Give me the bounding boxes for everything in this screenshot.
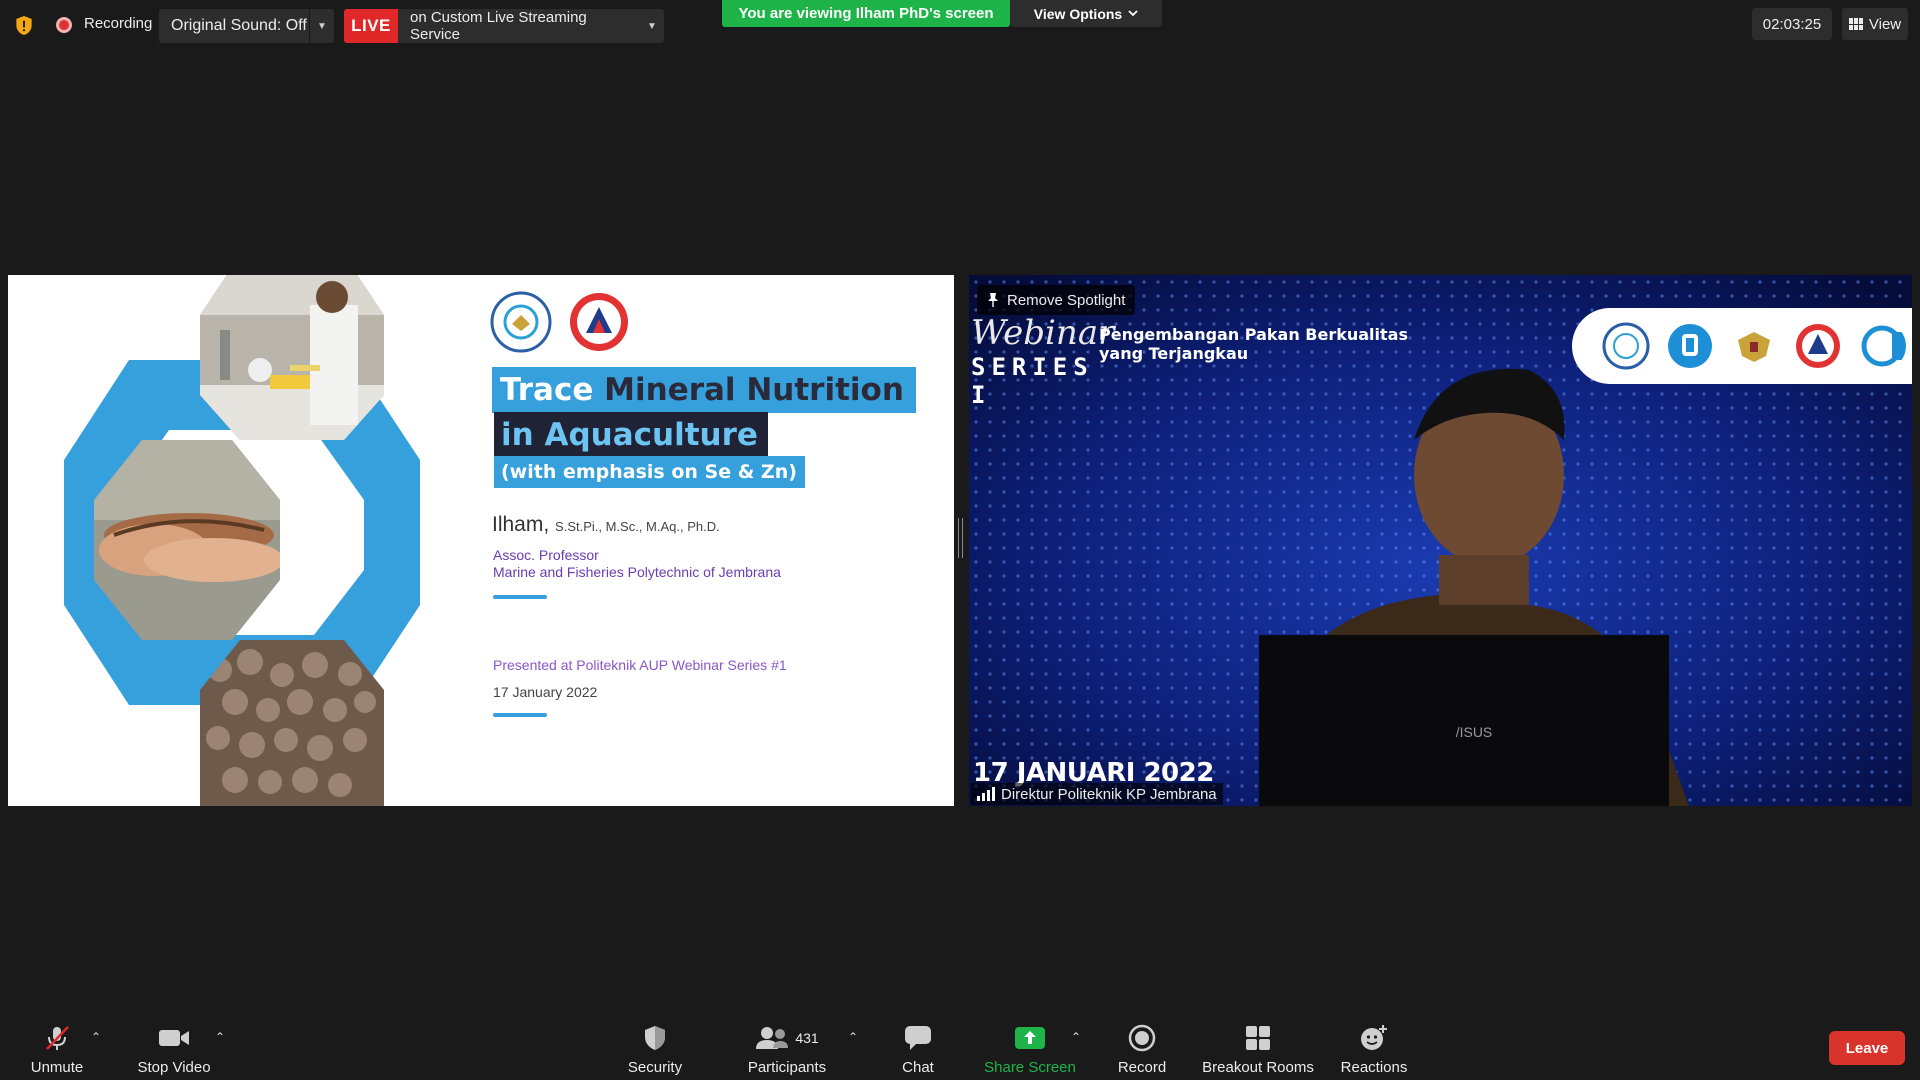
reactions-smiley-icon (1361, 1025, 1387, 1050)
remove-spotlight-label: Remove Spotlight (1007, 291, 1126, 309)
remove-spotlight-button[interactable]: Remove Spotlight (977, 285, 1136, 315)
webinar-series-title: Webinar SERIES I (971, 313, 1115, 409)
presented-at: Presented at Politeknik AUP Webinar Seri… (493, 657, 787, 673)
live-badge: LIVE (344, 9, 398, 43)
participants-label: Participants (747, 1059, 827, 1076)
security-label: Security (627, 1059, 683, 1076)
recording-indicator-icon[interactable] (56, 17, 72, 33)
series-text: SERIES I (971, 353, 1094, 409)
stop-video-label: Stop Video (137, 1059, 211, 1076)
audio-options-caret-icon[interactable]: ⌃ (91, 1030, 101, 1044)
laptop-brand: /ISUS (1456, 724, 1493, 740)
reactions-button[interactable]: Reactions (1314, 1024, 1434, 1076)
riset-logo (1668, 324, 1712, 368)
share-options-caret-icon[interactable]: ⌃ (1071, 1030, 1081, 1044)
accent-divider (493, 713, 547, 717)
top-bar: Recording Original Sound: Off ▼ LIVE on … (0, 0, 1920, 50)
slide-title-line-3: (with emphasis on Se & Zn) (494, 456, 805, 488)
webinar-subtitle: Pengembangan Pakan Berkualitas yang Terj… (1099, 325, 1408, 363)
breakout-rooms-label: Breakout Rooms (1202, 1059, 1314, 1076)
ministry-logo (490, 291, 552, 353)
slide-title-line-1: Trace Mineral Nutrition (492, 367, 916, 413)
webinar-script-text: Webinar (971, 313, 1115, 353)
record-label: Record (1117, 1059, 1167, 1076)
ome-logo (1861, 325, 1906, 367)
sponsor-logos-banner (1572, 308, 1912, 384)
slide-title-word-trace: Trace (500, 372, 594, 408)
leave-meeting-button[interactable]: Leave (1829, 1031, 1905, 1065)
original-sound-toggle[interactable]: Original Sound: Off ▼ (159, 9, 334, 43)
grid-layout-icon (1848, 18, 1863, 30)
original-sound-label[interactable]: Original Sound: Off (159, 17, 309, 35)
slide-title-mineral-nutrition: Mineral Nutrition (604, 372, 904, 408)
ministry-logo (1602, 322, 1650, 370)
split-view-resize-handle[interactable] (958, 518, 963, 558)
record-icon (1128, 1024, 1156, 1052)
participants-count: 431 (795, 1030, 819, 1046)
security-shield-icon (645, 1026, 665, 1050)
live-service-label: on Custom Live Streaming Service (410, 9, 587, 43)
unmute-label: Unmute (30, 1059, 84, 1076)
slide-title-line-2: in Aquaculture (494, 412, 768, 458)
meeting-timer: 02:03:25 (1752, 8, 1832, 40)
participant-name: Direktur Politeknik KP Jembrana (1001, 785, 1217, 803)
view-layout-button[interactable]: View (1842, 8, 1908, 40)
video-options-caret-icon[interactable]: ⌃ (215, 1030, 225, 1044)
live-stream-status[interactable]: LIVE on Custom Live Streaming Service ▼ (344, 9, 664, 43)
record-button[interactable]: Record (1082, 1024, 1202, 1076)
feed-pellets-photo (200, 640, 384, 806)
polytechnic-logo (570, 293, 628, 351)
view-options-button[interactable]: View Options (1010, 0, 1162, 27)
subtitle-line-2: yang Terjangkau (1099, 344, 1249, 363)
garuda-logo (1738, 332, 1770, 362)
participant-name-tag: Direktur Politeknik KP Jembrana (971, 783, 1223, 805)
speaker-video[interactable]: /ISUS Webinar SERIES I Pengembangan Paka… (969, 275, 1912, 806)
security-shield-icon[interactable] (14, 15, 34, 36)
shared-screen-slide[interactable]: Trace Mineral Nutrition in Aquaculture (… (8, 275, 954, 806)
author-degrees: S.St.Pi., M.Sc., M.Aq., Ph.D. (555, 519, 720, 534)
chevron-down-icon[interactable]: ▼ (309, 9, 334, 43)
chat-label: Chat (902, 1059, 934, 1076)
participants-options-caret-icon[interactable]: ⌃ (848, 1030, 858, 1044)
author-role: Assoc. Professor Marine and Fisheries Po… (493, 547, 781, 581)
meeting-toolbar: Unmute ⌃ Stop Video ⌃ Security 431 Parti… (0, 1010, 1920, 1080)
viewing-screen-banner: You are viewing Ilham PhD's screen (722, 0, 1010, 27)
reactions-label: Reactions (1340, 1059, 1408, 1076)
view-button-label: View (1868, 15, 1902, 33)
chat-bubble-icon (905, 1026, 931, 1050)
chevron-down-icon (1128, 10, 1138, 17)
polytechnic-logo (1796, 324, 1840, 368)
pin-icon (988, 293, 998, 307)
slide-logos (490, 291, 630, 353)
chevron-down-icon[interactable]: ▼ (640, 21, 664, 32)
role-institution: Marine and Fisheries Polytechnic of Jemb… (493, 564, 781, 580)
participants-button[interactable]: 431 Participants (727, 1024, 847, 1076)
role-title: Assoc. Professor (493, 547, 599, 563)
participants-icon (756, 1027, 789, 1049)
slide-author: Ilham, S.St.Pi., M.Sc., M.Aq., Ph.D. (492, 513, 720, 537)
breakout-rooms-icon (1246, 1026, 1270, 1050)
share-screen-label: Share Screen (984, 1059, 1076, 1076)
lab-photo (200, 275, 384, 440)
security-button[interactable]: Security (595, 1024, 715, 1076)
view-options-label: View Options (1033, 5, 1123, 22)
subtitle-line-1: Pengembangan Pakan Berkualitas (1099, 325, 1408, 344)
video-camera-icon (159, 1030, 189, 1046)
shrimp-photo (94, 440, 280, 640)
slide-title-aquaculture: in Aquaculture (501, 417, 758, 453)
recording-label: Recording (84, 15, 153, 32)
breakout-rooms-button[interactable]: Breakout Rooms (1198, 1024, 1318, 1076)
muted-microphone-icon (46, 1026, 69, 1050)
slide-date: 17 January 2022 (493, 684, 598, 700)
share-screen-icon (1015, 1027, 1045, 1049)
accent-divider (493, 595, 547, 599)
author-name: Ilham, (492, 513, 550, 536)
connection-signal-icon (977, 787, 995, 801)
chat-button[interactable]: Chat (858, 1024, 978, 1076)
